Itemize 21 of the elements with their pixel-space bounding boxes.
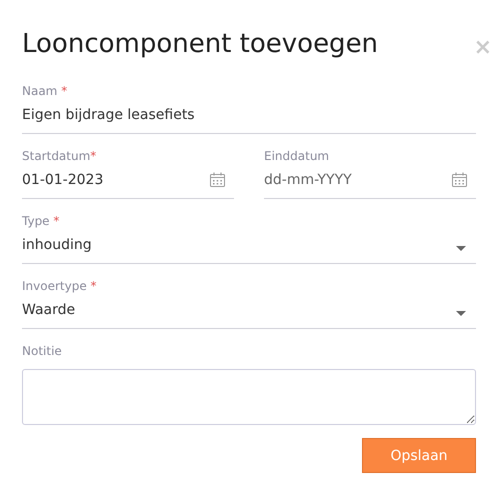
field-label: Naam bbox=[22, 84, 58, 98]
required-mark: * bbox=[90, 279, 97, 293]
field-label: Invoertype bbox=[22, 279, 87, 293]
date-field[interactable]: dd-mm-YYYY bbox=[264, 172, 451, 188]
required-mark: * bbox=[90, 149, 96, 163]
field-label: Startdatum bbox=[22, 149, 90, 163]
note-field[interactable] bbox=[22, 369, 476, 425]
field-label: Notitie bbox=[22, 344, 62, 358]
required-mark: * bbox=[52, 214, 60, 228]
required-mark: * bbox=[60, 84, 68, 98]
date-field[interactable]: 01-01-2023 bbox=[22, 172, 209, 188]
caret-down-icon[interactable] bbox=[456, 311, 466, 317]
field-label: Einddatum bbox=[264, 149, 330, 163]
calendar-icon[interactable] bbox=[209, 172, 226, 188]
select-field[interactable]: inhouding bbox=[22, 237, 456, 253]
field-label: Type bbox=[22, 214, 50, 228]
calendar-icon[interactable] bbox=[451, 172, 468, 188]
dialog-title: Looncomponent toevoegen bbox=[22, 29, 378, 59]
select-field[interactable]: Waarde bbox=[22, 302, 456, 318]
input-field[interactable]: Eigen bijdrage leasefiets bbox=[22, 107, 476, 123]
caret-down-icon[interactable] bbox=[456, 246, 466, 252]
